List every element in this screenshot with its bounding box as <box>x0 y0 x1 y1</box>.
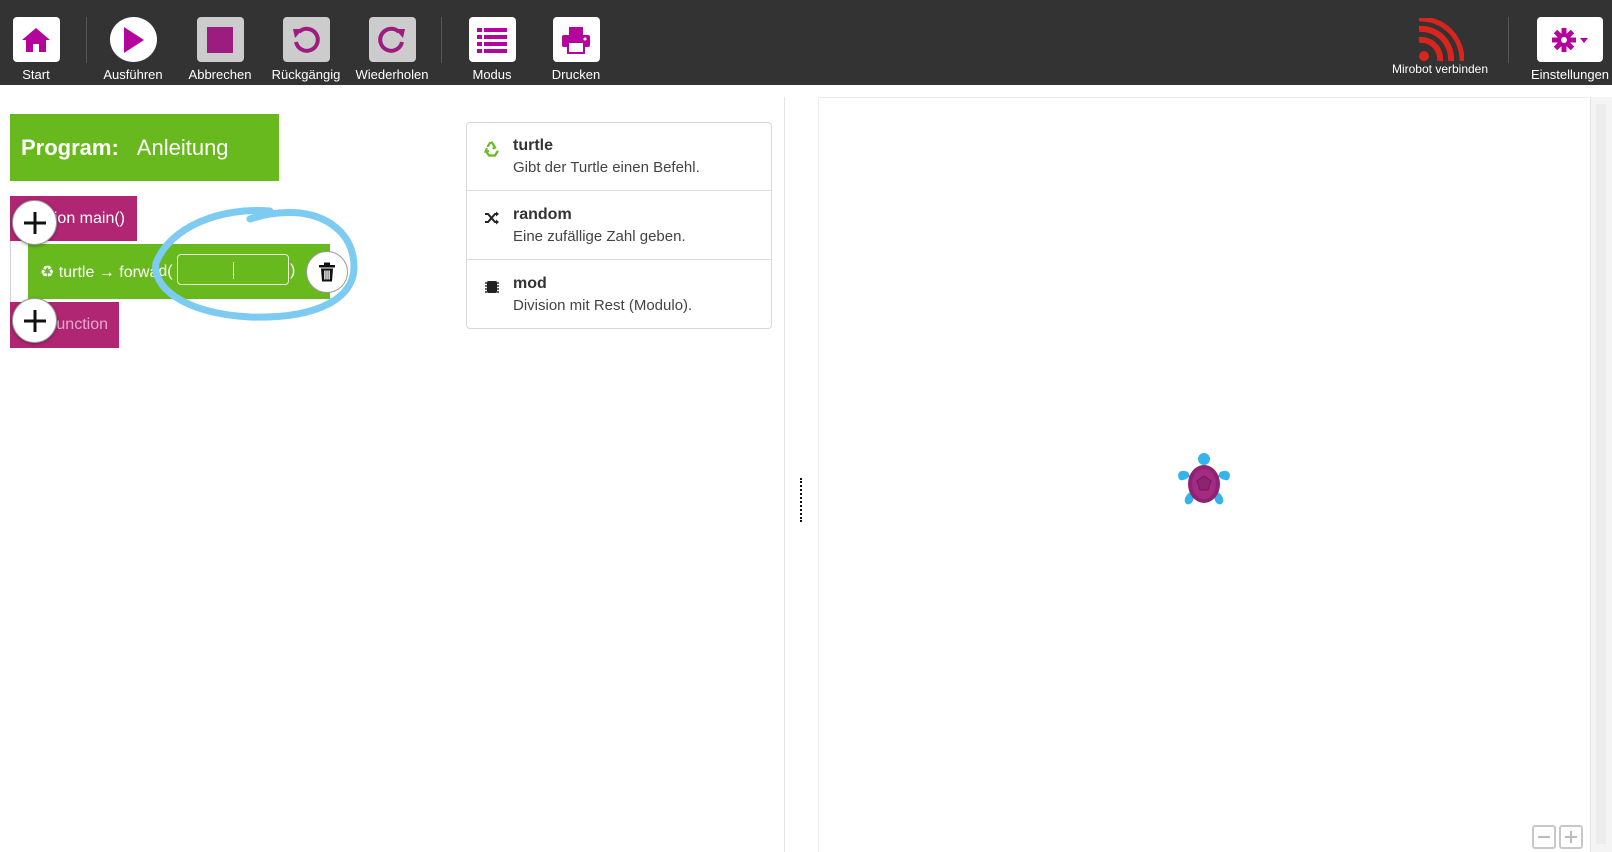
toolbar-separator <box>441 17 442 63</box>
toolbar-separator <box>86 17 87 63</box>
suggestion-desc: Gibt der Turtle einen Befehl. <box>513 159 700 176</box>
delete-statement-button[interactable] <box>306 251 348 293</box>
suggestion-turtle[interactable]: turtle Gibt der Turtle einen Befehl. <box>467 123 771 191</box>
abort-button[interactable]: Abbrechen <box>180 17 260 85</box>
minus-icon <box>1538 836 1550 838</box>
function-end-text: unction <box>56 316 108 333</box>
stop-icon <box>196 17 244 62</box>
scrollbar-thumb[interactable] <box>1596 104 1606 844</box>
abort-label: Abbrechen <box>188 67 252 82</box>
insert-before-button[interactable] <box>12 200 57 245</box>
toolbar: Start Ausführen Abbrechen Rückgängig Wie… <box>0 0 1612 85</box>
suggestion-list: turtle Gibt der Turtle einen Befehl. ran… <box>466 122 772 329</box>
redo-label: Wiederholen <box>355 67 429 82</box>
function-body-bar <box>10 241 28 302</box>
text-cursor <box>233 262 234 279</box>
mode-label: Modus <box>472 67 512 82</box>
suggestion-name: turtle <box>513 137 553 154</box>
recycle-icon <box>484 141 499 157</box>
list-icon <box>468 17 516 62</box>
redo-button[interactable]: Wiederholen <box>352 17 432 85</box>
print-icon <box>552 17 600 62</box>
function-header-text: ion main() <box>53 209 125 227</box>
zoom-in-button[interactable] <box>1559 825 1583 849</box>
undo-label: Rückgängig <box>271 67 341 82</box>
turtle-icon <box>1178 453 1230 505</box>
home-icon <box>12 17 60 62</box>
suggestion-mod[interactable]: mod Division mit Rest (Modulo). <box>467 261 771 329</box>
pane-divider <box>784 97 785 852</box>
suggestion-name: mod <box>513 275 547 292</box>
suggestion-name: random <box>513 206 572 223</box>
plus-icon <box>23 309 46 332</box>
trash-icon <box>319 262 335 282</box>
run-label: Ausführen <box>103 67 163 82</box>
start-label: Start <box>22 67 50 82</box>
mirobot-connect-button[interactable]: Mirobot verbinden <box>1380 17 1500 85</box>
print-button[interactable]: Drucken <box>536 17 616 85</box>
insert-after-button[interactable] <box>12 298 57 343</box>
wifi-signal-icon <box>1415 17 1465 62</box>
shuffle-icon <box>485 211 499 225</box>
statement-tail: d( <box>158 262 173 280</box>
program-header[interactable]: Program: Anleitung <box>10 114 279 181</box>
undo-button[interactable]: Rückgängig <box>266 17 346 85</box>
statement-text: ♻ turtle → forwa <box>40 263 159 281</box>
suggestion-random[interactable]: random Eine zufällige Zahl geben. <box>467 192 771 260</box>
suggestion-desc: Division mit Rest (Modulo). <box>513 297 693 314</box>
program-label: Program: <box>21 134 119 160</box>
mode-button[interactable]: Modus <box>452 17 532 85</box>
print-label: Drucken <box>551 67 601 82</box>
toolbar-separator <box>1508 17 1509 63</box>
suggestion-desc: Eine zufällige Zahl geben. <box>513 228 686 245</box>
play-icon <box>109 17 157 62</box>
start-button[interactable]: Start <box>0 17 76 85</box>
pane-splitter-handle[interactable] <box>800 478 805 522</box>
redo-icon <box>368 17 416 62</box>
run-button[interactable]: Ausführen <box>93 17 173 85</box>
plus-icon <box>23 211 46 234</box>
plus-icon <box>1565 831 1577 843</box>
settings-button[interactable]: Einstellungen <box>1528 17 1612 85</box>
undo-icon <box>282 17 330 62</box>
zoom-out-button[interactable] <box>1532 825 1556 849</box>
program-name[interactable]: Anleitung <box>137 135 229 161</box>
paren-close: ) <box>290 262 296 279</box>
mirobot-label: Mirobot verbinden <box>1391 62 1489 76</box>
gear-icon <box>1537 17 1603 62</box>
settings-label: Einstellungen <box>1530 67 1610 82</box>
chip-icon <box>485 281 499 293</box>
